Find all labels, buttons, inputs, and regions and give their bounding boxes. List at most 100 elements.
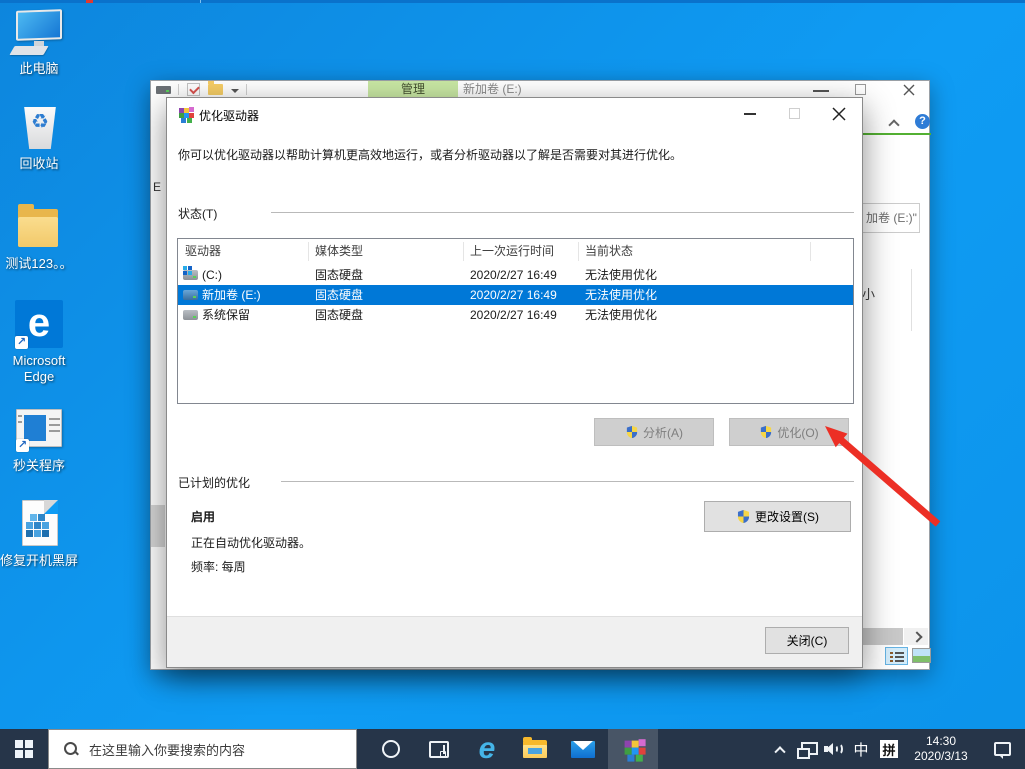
ime-language-label: 中 bbox=[853, 739, 868, 760]
dialog-description: 你可以优化驱动器以帮助计算机更高效地运行，或者分析驱动器以了解是否需要对其进行优… bbox=[178, 147, 848, 164]
column-header[interactable]: 当前状态 bbox=[585, 239, 633, 264]
desktop-icon-this-pc[interactable]: 此电脑 bbox=[0, 8, 78, 77]
clock-time: 14:30 bbox=[926, 734, 956, 749]
taskbar-mail-button[interactable] bbox=[560, 729, 606, 769]
close-button[interactable] bbox=[817, 98, 862, 128]
action-center-button[interactable] bbox=[982, 729, 1022, 769]
change-settings-button[interactable]: 更改设置(S) bbox=[704, 501, 851, 532]
chevron-down-icon[interactable] bbox=[231, 89, 239, 97]
divider bbox=[810, 242, 811, 261]
uac-shield-icon bbox=[736, 509, 751, 524]
taskbar-defrag-button-active[interactable] bbox=[608, 729, 658, 769]
windows-logo-icon bbox=[15, 740, 33, 758]
chevron-up-icon bbox=[774, 746, 785, 757]
task-view-button[interactable] bbox=[416, 729, 462, 769]
red-dot bbox=[86, 0, 93, 3]
size-column-fragment: 小 bbox=[862, 284, 875, 303]
start-button[interactable] bbox=[0, 729, 48, 769]
desktop: 此电脑 ♻ 回收站 测试123。。 e↗ Microsoft Edge ↗ 秒关… bbox=[0, 0, 1025, 769]
new-folder-icon[interactable] bbox=[208, 84, 223, 95]
drive-icon bbox=[156, 86, 171, 94]
maximize-icon[interactable] bbox=[855, 84, 866, 95]
close-dialog-button[interactable]: 关闭(C) bbox=[765, 627, 849, 654]
divider bbox=[271, 212, 854, 213]
search-placeholder: 在这里输入你要搜索的内容 bbox=[89, 740, 245, 759]
nav-pane-fragment bbox=[151, 505, 165, 547]
defrag-icon bbox=[177, 106, 193, 122]
column-header[interactable]: 媒体类型 bbox=[315, 239, 363, 264]
clock-date: 2020/3/13 bbox=[914, 749, 967, 764]
tab-manage[interactable]: 管理 bbox=[368, 81, 458, 98]
optimize-button-label: 优化(O) bbox=[777, 424, 818, 441]
divider bbox=[200, 0, 201, 3]
icon-label: 测试123。。 bbox=[0, 256, 78, 272]
address-fragment: E bbox=[153, 180, 161, 194]
help-icon[interactable]: ? bbox=[915, 114, 930, 129]
current-status: 无法使用优化 bbox=[585, 285, 657, 305]
volume-icon bbox=[824, 741, 844, 757]
details-view-button[interactable] bbox=[885, 647, 908, 665]
drive-icon bbox=[183, 310, 198, 320]
edge-icon: e bbox=[479, 732, 496, 766]
optimize-button: 优化(O) bbox=[729, 418, 849, 446]
last-run: 2020/2/27 16:49 bbox=[470, 305, 557, 325]
scroll-right-button[interactable] bbox=[904, 628, 928, 645]
desktop-icon-fix-black-screen[interactable]: 修复开机黑屏 bbox=[0, 500, 78, 569]
desktop-icon-test-folder[interactable]: 测试123。。 bbox=[0, 203, 78, 272]
search-icon bbox=[63, 741, 79, 757]
table-row-c-drive[interactable]: (C:) 固态硬盘 2020/2/27 16:49 无法使用优化 bbox=[178, 265, 853, 285]
minimize-icon[interactable] bbox=[813, 90, 829, 92]
drives-table[interactable]: 驱动器 媒体类型 上一次运行时间 当前状态 (C:) 固态硬盘 2020/2/2… bbox=[177, 238, 854, 404]
table-row-system-reserved[interactable]: 系统保留 固态硬盘 2020/2/27 16:49 无法使用优化 bbox=[178, 305, 853, 325]
thumbnail-view-button[interactable] bbox=[912, 648, 931, 663]
media-type: 固态硬盘 bbox=[315, 305, 363, 325]
desktop-icon-quick-close-app[interactable]: ↗ 秒关程序 bbox=[0, 405, 78, 474]
auto-optimize-text: 正在自动优化驱动器。 bbox=[191, 534, 311, 551]
minimize-icon bbox=[744, 113, 756, 115]
defrag-icon bbox=[622, 738, 644, 760]
drive-name: (C:) bbox=[202, 265, 222, 285]
drive-name: 新加卷 (E:) bbox=[202, 285, 261, 305]
taskbar-edge-button[interactable]: e bbox=[464, 729, 510, 769]
column-header[interactable]: 上一次运行时间 bbox=[470, 239, 554, 264]
status-section-label: 状态(T) bbox=[178, 205, 217, 222]
change-settings-label: 更改设置(S) bbox=[755, 508, 819, 525]
collapse-ribbon-icon[interactable] bbox=[888, 119, 899, 130]
ime-mode-badge: 拼 bbox=[880, 740, 898, 758]
tray-clock[interactable]: 14:30 2020/3/13 bbox=[904, 729, 978, 769]
tray-network-button[interactable] bbox=[792, 729, 820, 769]
analyze-button-label: 分析(A) bbox=[643, 424, 683, 441]
properties-check-icon[interactable] bbox=[187, 83, 200, 96]
icon-label: 秒关程序 bbox=[0, 458, 78, 474]
file-explorer-icon bbox=[523, 740, 547, 758]
network-icon bbox=[797, 742, 815, 756]
tray-show-hidden-icons[interactable] bbox=[768, 729, 792, 769]
last-run: 2020/2/27 16:49 bbox=[470, 285, 557, 305]
analyze-button: 分析(A) bbox=[594, 418, 714, 446]
dialog-titlebar[interactable]: 优化驱动器 bbox=[167, 98, 862, 129]
close-icon[interactable] bbox=[901, 82, 917, 98]
icon-label: 回收站 bbox=[0, 156, 78, 172]
action-center-icon bbox=[994, 742, 1011, 756]
current-status: 无法使用优化 bbox=[585, 305, 657, 325]
desktop-icon-edge[interactable]: e↗ Microsoft Edge bbox=[0, 300, 78, 385]
current-status: 无法使用优化 bbox=[585, 265, 657, 285]
table-row-e-drive-selected[interactable]: 新加卷 (E:) 固态硬盘 2020/2/27 16:49 无法使用优化 bbox=[178, 285, 853, 305]
drive-name: 系统保留 bbox=[202, 305, 250, 325]
cortana-button[interactable] bbox=[368, 729, 414, 769]
tray-ime-language[interactable]: 中 bbox=[848, 729, 874, 769]
column-header[interactable]: 驱动器 bbox=[185, 239, 221, 264]
desktop-icon-recycle-bin[interactable]: ♻ 回收站 bbox=[0, 103, 78, 172]
dialog-footer bbox=[167, 616, 862, 667]
tray-ime-mode[interactable]: 拼 bbox=[876, 729, 902, 769]
minimize-button[interactable] bbox=[727, 98, 772, 128]
divider bbox=[281, 481, 854, 482]
dialog-title: 优化驱动器 bbox=[199, 107, 259, 124]
registry-file-icon bbox=[0, 500, 78, 550]
table-header[interactable]: 驱动器 媒体类型 上一次运行时间 当前状态 bbox=[178, 239, 853, 264]
search-box-fragment[interactable]: 加卷 (E:)" bbox=[862, 203, 920, 233]
taskbar-explorer-button[interactable] bbox=[512, 729, 558, 769]
explorer-titlebar[interactable]: 管理 新加卷 (E:) bbox=[151, 81, 929, 98]
tray-volume-button[interactable] bbox=[820, 729, 848, 769]
taskbar-search-input[interactable]: 在这里输入你要搜索的内容 bbox=[48, 729, 357, 769]
